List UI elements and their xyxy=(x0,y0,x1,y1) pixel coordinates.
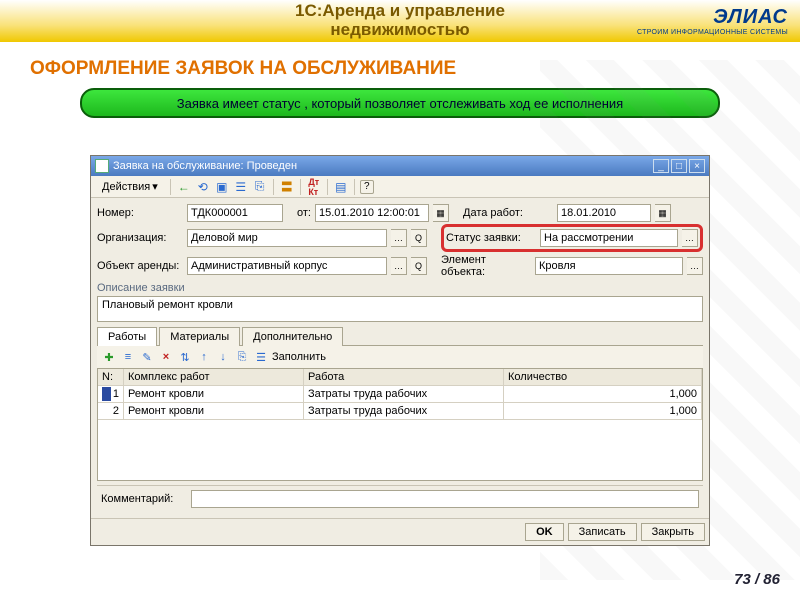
edit-row-icon[interactable]: ✎ xyxy=(139,349,155,365)
slide-header: 1С:Аренда и управлениенедвижимостью ЭЛИА… xyxy=(0,0,800,42)
report-icon[interactable]: ▤ xyxy=(333,179,349,195)
table-row[interactable]: 1 Ремонт кровли Затраты труда рабочих 1,… xyxy=(98,386,702,403)
post-icon[interactable]: ▣ xyxy=(214,179,230,195)
status-field[interactable]: На рассмотрении xyxy=(540,229,678,247)
from-label: от: xyxy=(287,207,311,219)
settings-icon[interactable]: ☰ xyxy=(253,349,269,365)
object-select-icon[interactable]: … xyxy=(391,257,407,275)
move-down-icon[interactable]: ↓ xyxy=(215,349,231,365)
header-title: 1С:Аренда и управлениенедвижимостью xyxy=(182,2,618,39)
tab-materials[interactable]: Материалы xyxy=(159,327,240,346)
object-field[interactable]: Административный корпус xyxy=(187,257,387,275)
grid-empty-area xyxy=(98,420,702,480)
status-label: Статус заявки: xyxy=(446,232,536,244)
refresh-icon[interactable]: ⟲ xyxy=(195,179,211,195)
col-qty[interactable]: Количество xyxy=(504,369,702,385)
works-grid: N: Комплекс работ Работа Количество 1 Ре… xyxy=(97,368,703,481)
window-toolbar: Действия ▾ ← ⟲ ▣ ☰ ⎘ 〓 ДтКт ▤ ? xyxy=(91,176,709,198)
table-row[interactable]: 2 Ремонт кровли Затраты труда рабочих 1,… xyxy=(98,403,702,420)
date-field[interactable]: 15.01.2010 12:00:01 xyxy=(315,204,429,222)
copy-row-icon[interactable]: ⎘ xyxy=(234,349,250,365)
organization-field[interactable]: Деловой мир xyxy=(187,229,387,247)
comment-row: Комментарий: xyxy=(97,485,703,512)
add-row-icon[interactable]: ✚ xyxy=(101,349,117,365)
detail-tabs: Работы Материалы Дополнительно xyxy=(97,326,703,346)
service-request-window: Заявка на обслуживание: Проведен _ □ × Д… xyxy=(90,155,710,546)
page-number: 73 / 86 xyxy=(734,571,780,588)
number-label: Номер: xyxy=(97,207,183,219)
close-icon[interactable]: × xyxy=(689,159,705,173)
debit-credit-icon[interactable]: ДтКт xyxy=(306,179,322,195)
organization-select-icon[interactable]: … xyxy=(391,229,407,247)
col-number[interactable]: N: xyxy=(98,369,124,385)
element-select-icon[interactable]: … xyxy=(687,257,703,275)
close-button[interactable]: Закрыть xyxy=(641,523,705,541)
tab-works[interactable]: Работы xyxy=(97,327,157,346)
date-works-picker-icon[interactable]: ▦ xyxy=(655,204,671,222)
element-field[interactable]: Кровля xyxy=(535,257,683,275)
nav-back-icon[interactable]: ← xyxy=(176,179,192,195)
maximize-icon[interactable]: □ xyxy=(671,159,687,173)
structure-icon[interactable]: 〓 xyxy=(279,179,295,195)
insert-row-icon[interactable]: ≡ xyxy=(120,349,136,365)
minimize-icon[interactable]: _ xyxy=(653,159,669,173)
copy-icon[interactable]: ⎘ xyxy=(252,179,268,195)
row-marker-icon xyxy=(102,387,111,401)
list-icon[interactable]: ☰ xyxy=(233,179,249,195)
fill-button[interactable]: Заполнить xyxy=(272,351,326,363)
help-icon[interactable]: ? xyxy=(360,180,374,194)
grid-toolbar: ✚ ≡ ✎ × ⇅ ↑ ↓ ⎘ ☰ Заполнить xyxy=(97,346,703,368)
element-label: Элемент объекта: xyxy=(441,254,531,278)
date-picker-icon[interactable]: ▦ xyxy=(433,204,449,222)
info-banner: Заявка имеет статус , который позволяет … xyxy=(80,88,720,118)
vendor-logo: ЭЛИАС СТРОИМ ИНФОРМАЦИОННЫЕ СИСТЕМЫ xyxy=(618,5,788,37)
window-title: Заявка на обслуживание: Проведен xyxy=(113,160,297,172)
comment-label: Комментарий: xyxy=(101,493,187,505)
move-up-icon[interactable]: ↑ xyxy=(196,349,212,365)
window-footer-buttons: OK Записать Закрыть xyxy=(91,518,709,545)
description-field[interactable]: Плановый ремонт кровли xyxy=(97,296,703,322)
window-titlebar: Заявка на обслуживание: Проведен _ □ × xyxy=(91,156,709,176)
date-works-label: Дата работ: xyxy=(463,207,553,219)
grid-header-row: N: Комплекс работ Работа Количество xyxy=(98,369,702,386)
ok-button[interactable]: OK xyxy=(525,523,564,541)
section-title: ОФОРМЛЕНИЕ ЗАЯВОК НА ОБСЛУЖИВАНИЕ xyxy=(30,58,800,80)
organization-open-icon[interactable]: Q xyxy=(411,229,427,247)
document-icon xyxy=(95,159,109,173)
number-field[interactable]: ТДК000001 xyxy=(187,204,283,222)
sort-icon[interactable]: ⇅ xyxy=(177,349,193,365)
save-button[interactable]: Записать xyxy=(568,523,637,541)
organization-label: Организация: xyxy=(97,232,183,244)
col-work[interactable]: Работа xyxy=(304,369,504,385)
date-works-field[interactable]: 18.01.2010 xyxy=(557,204,651,222)
tab-additional[interactable]: Дополнительно xyxy=(242,327,343,346)
col-complex[interactable]: Комплекс работ xyxy=(124,369,304,385)
object-open-icon[interactable]: Q xyxy=(411,257,427,275)
object-label: Объект аренды: xyxy=(97,260,183,272)
description-group-header: Описание заявки xyxy=(97,282,703,294)
comment-field[interactable] xyxy=(191,490,699,508)
delete-row-icon[interactable]: × xyxy=(158,349,174,365)
status-select-icon[interactable]: … xyxy=(682,229,698,247)
actions-menu[interactable]: Действия ▾ xyxy=(95,177,165,196)
